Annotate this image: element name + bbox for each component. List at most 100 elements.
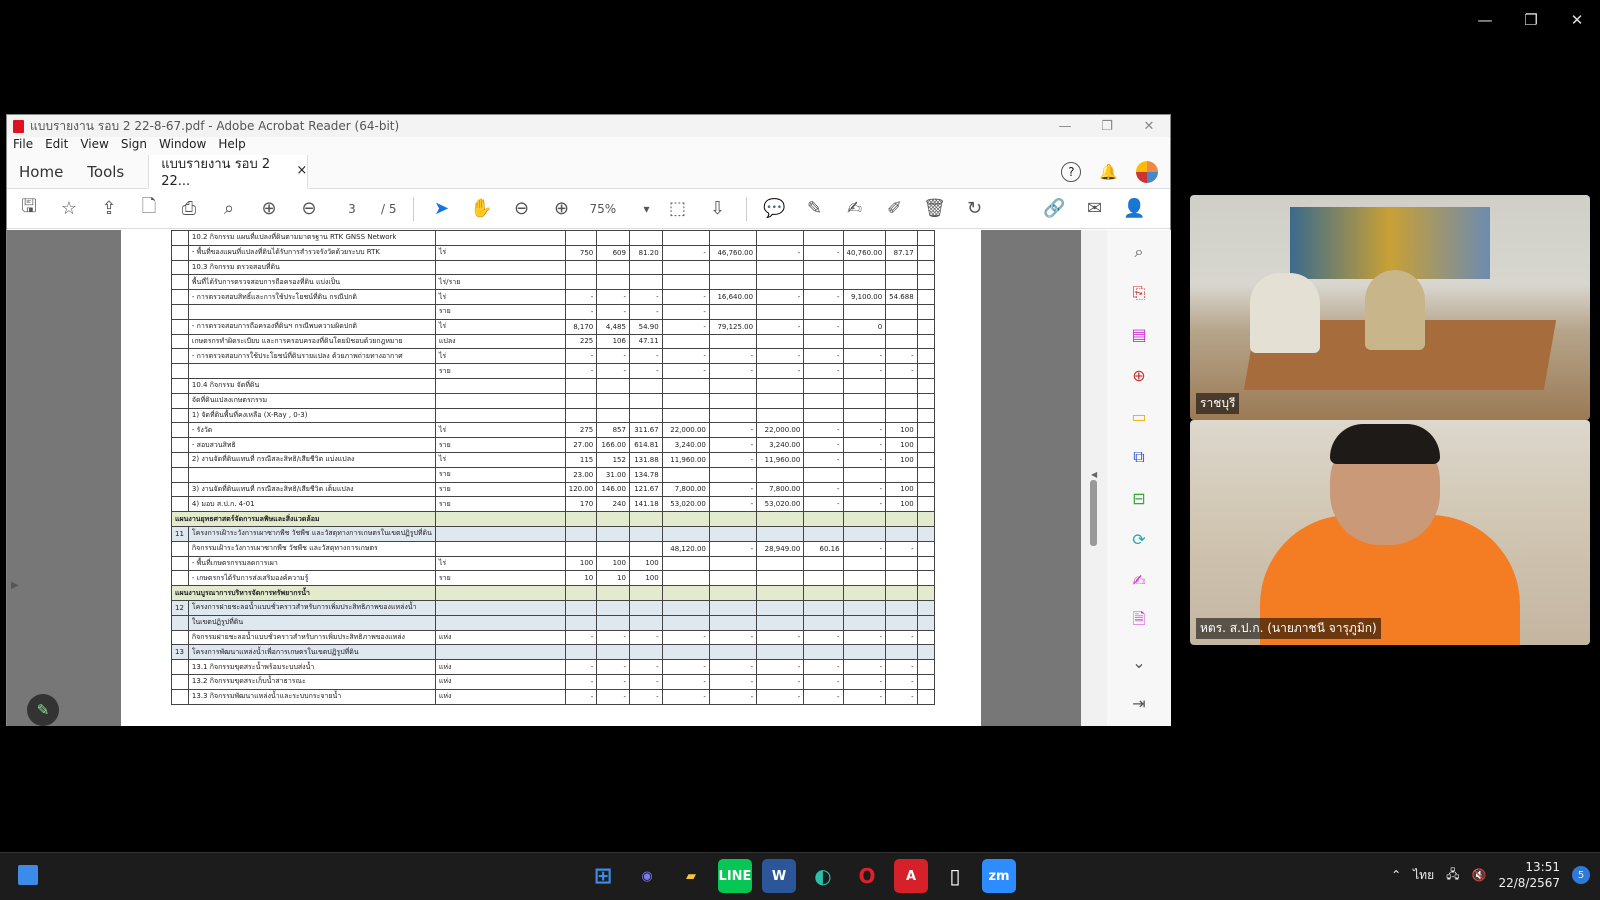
create-pdf-icon[interactable]: ⊕ bbox=[1127, 363, 1151, 387]
table-row: 13.1 กิจกรรมขุดสระน้ำพร้อมระบบส่งน้ำ แห่ง… bbox=[171, 659, 936, 675]
protect-icon[interactable]: 🗎 bbox=[1127, 609, 1151, 633]
export-pdf-icon[interactable]: ⎘ bbox=[1127, 281, 1151, 305]
expand-panel-icon[interactable]: ⇥ bbox=[1127, 691, 1151, 715]
word-icon[interactable]: W bbox=[762, 859, 796, 893]
zoom-out-icon[interactable]: ⊖ bbox=[510, 198, 534, 219]
table-cell bbox=[564, 230, 598, 246]
table-cell bbox=[661, 525, 710, 542]
meet-icon[interactable]: ◉ bbox=[630, 859, 664, 893]
minimize-icon[interactable]: — bbox=[1462, 8, 1508, 32]
minimize-icon[interactable]: — bbox=[1044, 119, 1086, 134]
help-icon[interactable]: ? bbox=[1061, 161, 1082, 182]
fit-page-icon[interactable]: ⬚ bbox=[666, 198, 690, 219]
page-down-icon[interactable]: ⊖ bbox=[297, 198, 321, 219]
menu-edit[interactable]: Edit bbox=[45, 137, 68, 155]
table-cell bbox=[661, 407, 710, 424]
bell-icon[interactable]: 🔔 bbox=[1099, 163, 1118, 181]
scrollbar[interactable]: ◀ bbox=[1081, 230, 1107, 726]
document-icon[interactable]: 🗋 bbox=[137, 194, 161, 224]
scan-icon[interactable]: ⟳ bbox=[1127, 527, 1151, 551]
close-icon[interactable]: ✕ bbox=[1554, 8, 1600, 32]
collapse-panel-icon[interactable]: ◀ bbox=[1091, 470, 1097, 479]
share-icon[interactable]: 👤 bbox=[1123, 198, 1147, 219]
table-cell bbox=[842, 525, 887, 542]
video-tile-speaker[interactable]: หตร. ส.ป.ก. (นายภาชนี จารุภูมิก) bbox=[1190, 420, 1590, 645]
table-cell bbox=[596, 585, 630, 601]
page-number-input[interactable]: 3 bbox=[337, 202, 367, 216]
chevron-up-icon[interactable]: ⌃ bbox=[1391, 868, 1401, 882]
table-cell: 53,020.00 bbox=[661, 496, 710, 513]
link-icon[interactable]: 🔗 bbox=[1043, 198, 1067, 219]
close-icon[interactable]: ✕ bbox=[1128, 119, 1170, 134]
scroll-mode-icon[interactable]: ⇩ bbox=[706, 198, 730, 219]
file-explorer-icon[interactable]: ▰ bbox=[674, 859, 708, 893]
zoom-icon[interactable]: ⌕ bbox=[1127, 240, 1151, 264]
table-cell: 3,240.00 bbox=[756, 437, 805, 453]
upload-icon[interactable]: ⇪ bbox=[97, 198, 121, 219]
combine-icon[interactable]: ⧉ bbox=[1127, 445, 1151, 469]
widgets-icon[interactable] bbox=[18, 865, 38, 885]
table-row: ในเขตปฏิรูปที่ดิน bbox=[171, 614, 936, 631]
tab-document[interactable]: แบบรายงาน รอบ 2 22... × bbox=[148, 154, 309, 189]
video-tile-room[interactable]: ราชบุรี bbox=[1190, 195, 1590, 420]
star-icon[interactable]: ☆ bbox=[57, 198, 81, 219]
table-cell bbox=[661, 377, 710, 394]
table-cell: ในเขตปฏิรูปที่ดิน bbox=[187, 614, 436, 631]
restore-icon[interactable]: ❐ bbox=[1508, 8, 1554, 32]
pen-icon[interactable]: ✎ bbox=[803, 198, 827, 219]
edge-icon[interactable]: ◐ bbox=[806, 859, 840, 893]
language-indicator[interactable]: ไทย bbox=[1413, 866, 1434, 885]
select-icon[interactable]: ➤ bbox=[430, 198, 454, 219]
notepad-icon[interactable]: ▯ bbox=[938, 859, 972, 893]
compress-icon[interactable]: ⊟ bbox=[1127, 486, 1151, 510]
volume-icon[interactable]: 🔇 bbox=[1472, 868, 1487, 882]
table-cell bbox=[756, 377, 805, 394]
windows-start-icon[interactable]: ⊞ bbox=[586, 859, 620, 893]
notification-badge[interactable]: 5 bbox=[1572, 866, 1590, 884]
table-cell bbox=[803, 599, 844, 616]
print-icon[interactable]: ⎙ bbox=[177, 198, 201, 219]
restore-icon[interactable]: ❐ bbox=[1086, 119, 1128, 134]
acrobat-icon[interactable]: A bbox=[894, 859, 928, 893]
sign-icon[interactable]: ✍ bbox=[843, 198, 867, 219]
zoom-select[interactable]: 75% ▾ bbox=[590, 202, 650, 216]
comment-tool-icon[interactable]: ▭ bbox=[1127, 404, 1151, 428]
trash-icon[interactable]: 🗑 bbox=[923, 198, 947, 219]
menu-view[interactable]: View bbox=[80, 137, 108, 155]
clock[interactable]: 13:51 22/8/2567 bbox=[1498, 859, 1560, 891]
rotate-icon[interactable]: ↻ bbox=[963, 198, 987, 219]
tab-close-icon[interactable]: × bbox=[296, 163, 307, 178]
page-up-icon[interactable]: ⊕ bbox=[257, 198, 281, 219]
document-view[interactable]: ▶ 10.2 กิจกรรม แผนที่แปลงที่ดินตามมาตรฐา… bbox=[7, 230, 1107, 726]
table-cell bbox=[842, 259, 887, 276]
table-cell bbox=[916, 496, 936, 513]
organize-icon[interactable]: ▤ bbox=[1127, 322, 1151, 346]
fill-sign-icon[interactable]: ✍ bbox=[1127, 568, 1151, 592]
table-cell: - รังวัด bbox=[187, 422, 436, 439]
menu-sign[interactable]: Sign bbox=[121, 137, 147, 155]
comment-icon[interactable]: 💬 bbox=[763, 198, 787, 219]
table-cell: - bbox=[596, 659, 630, 675]
table-cell: - เกษตรกรได้รับการส่งเสริมองค์ความรู้ bbox=[187, 570, 436, 587]
avatar[interactable] bbox=[1136, 160, 1158, 183]
zoom-app-icon[interactable]: zm bbox=[982, 859, 1016, 893]
line-icon[interactable]: LINE bbox=[718, 859, 752, 893]
opera-icon[interactable]: O bbox=[850, 859, 884, 893]
mail-icon[interactable]: ✉ bbox=[1083, 198, 1107, 219]
edit-fab-icon[interactable]: ✎ bbox=[27, 694, 59, 726]
menu-file[interactable]: File bbox=[13, 137, 33, 155]
tab-tools[interactable]: Tools bbox=[75, 163, 136, 181]
zoom-in-icon[interactable]: ⊕ bbox=[550, 198, 574, 219]
table-cell: 166.00 bbox=[596, 437, 630, 453]
network-icon[interactable]: 🖧 bbox=[1446, 865, 1459, 886]
save-icon[interactable]: 🖫 bbox=[17, 194, 41, 224]
hand-icon[interactable]: ✋ bbox=[470, 198, 494, 219]
scrollbar-thumb[interactable] bbox=[1090, 480, 1097, 546]
more-tools-icon[interactable]: ⌄ bbox=[1127, 650, 1151, 674]
table-cell: 170 bbox=[564, 496, 598, 513]
search-icon[interactable]: ⌕ bbox=[217, 198, 241, 219]
left-panel-toggle-icon[interactable]: ▶ bbox=[11, 580, 19, 591]
tab-home[interactable]: Home bbox=[7, 163, 75, 181]
host-window-controls: — ❐ ✕ bbox=[1462, 8, 1600, 32]
edit-icon[interactable]: ✐ bbox=[883, 198, 907, 219]
